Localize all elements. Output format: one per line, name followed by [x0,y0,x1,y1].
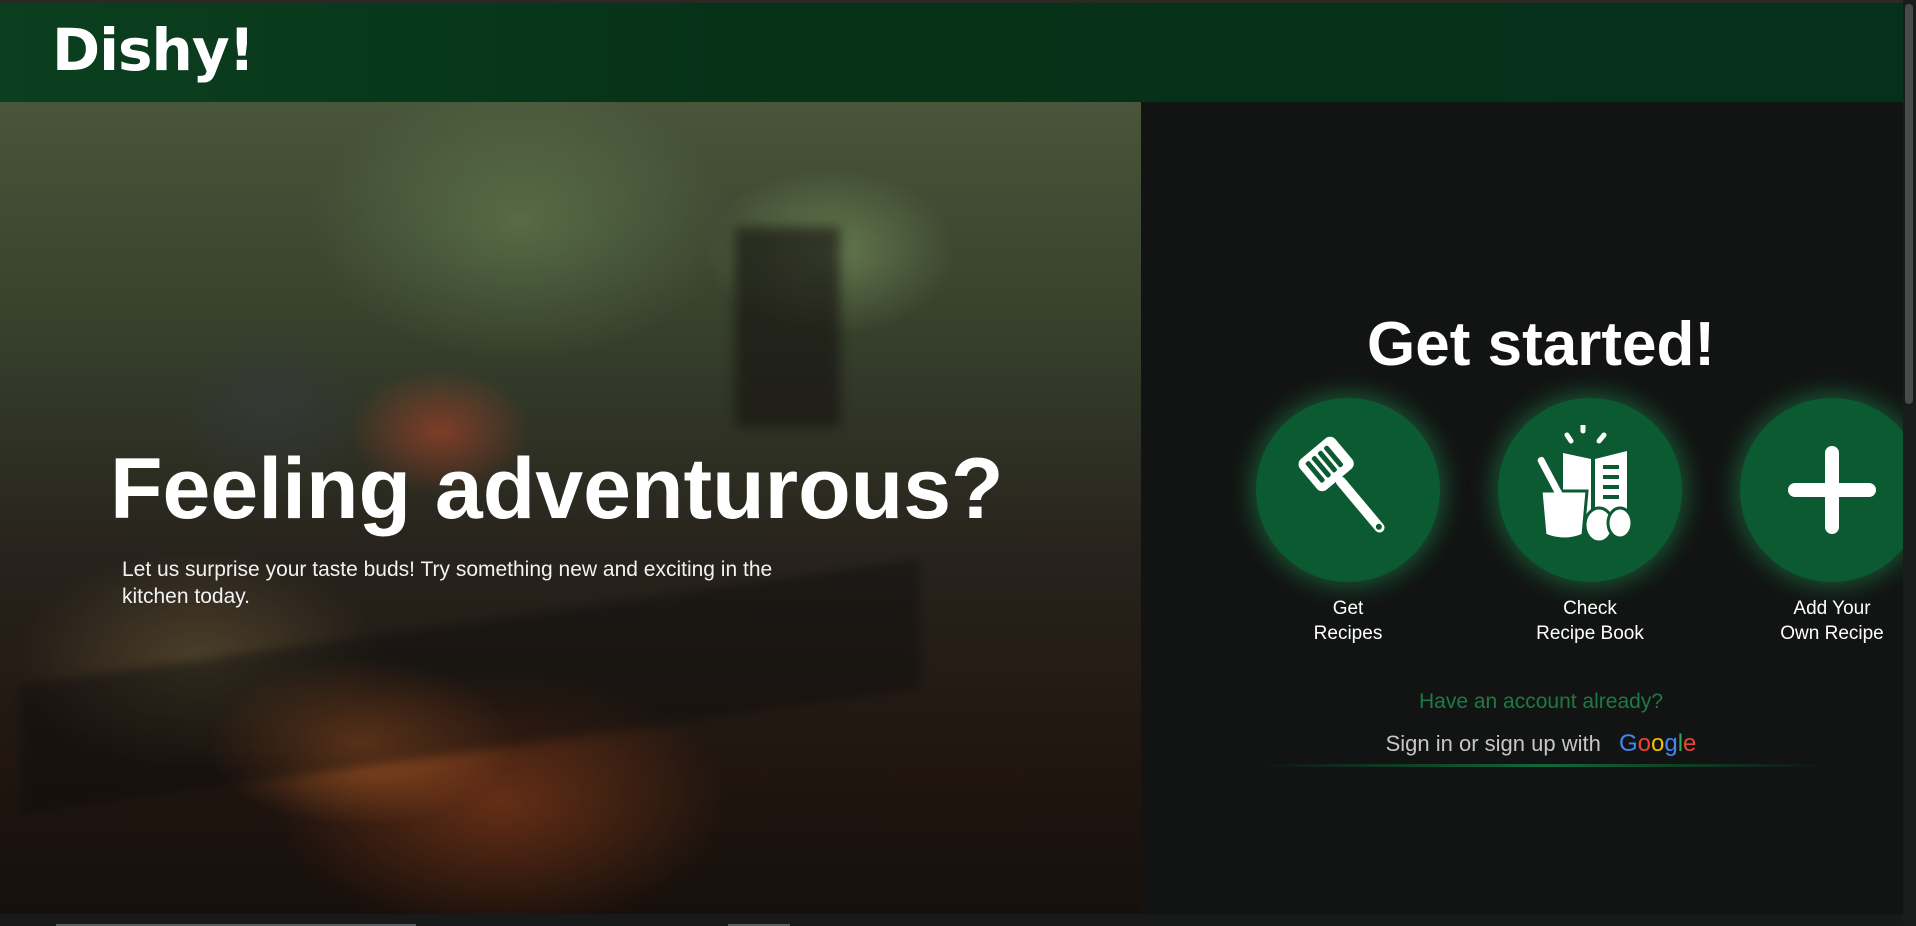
sign-in-row: Sign in or sign up with Google [1141,730,1916,758]
add-recipe-label: Add Your Own Recipe [1780,598,1884,644]
plus-icon [1788,446,1876,534]
get-recipes-circle[interactable] [1256,398,1440,582]
recipe-book-icon [1537,425,1634,544]
have-account-link[interactable]: Have an account already? [1141,690,1916,714]
bottom-strip [0,914,1903,926]
get-started-panel: Get started! Get Recipes Check Recipe Bo… [1141,102,1916,914]
dishy-logo[interactable]: Dishy! [52,21,255,79]
get-started-heading: Get started! [1367,310,1715,379]
action-buttons: Get Recipes Check Recipe Book Add Your O… [1141,398,1916,658]
get-recipes-button[interactable]: Get Recipes [1253,398,1443,646]
check-recipe-book-button[interactable]: Check Recipe Book [1495,398,1685,646]
add-recipe-button[interactable]: Add Your Own Recipe [1737,398,1916,646]
check-recipe-book-label: Check Recipe Book [1536,598,1644,644]
hero-title: Feeling adventurous? [110,441,1004,537]
spatula-icon [1298,436,1385,533]
get-recipes-label: Get Recipes [1313,598,1383,644]
sign-in-divider [1265,764,1821,767]
vertical-scrollbar[interactable] [1903,0,1916,926]
check-recipe-book-circle[interactable] [1498,398,1682,582]
scrollbar-thumb[interactable] [1905,4,1913,404]
google-sign-in-button[interactable]: Google [1619,730,1696,757]
hero-subtitle: Let us surprise your taste buds! Try som… [122,558,773,608]
sign-in-text: Sign in or sign up with [1385,731,1601,756]
app-header: Dishy! [0,3,1903,102]
hero-banner: Feeling adventurous? Let us surprise you… [0,102,1141,914]
add-recipe-circle[interactable] [1740,398,1916,582]
